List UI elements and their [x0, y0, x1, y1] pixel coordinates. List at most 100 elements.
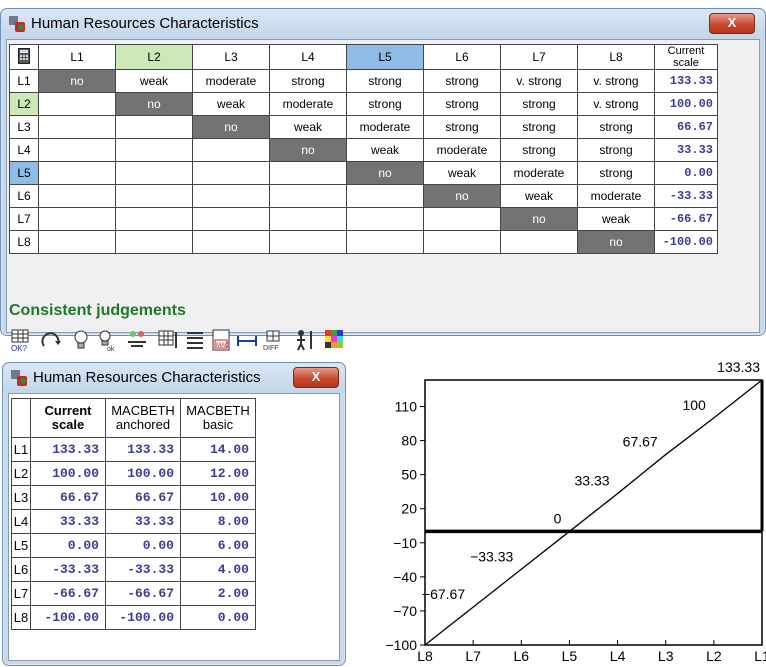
judgement-cell — [269, 184, 347, 208]
person-chart-icon[interactable] — [293, 328, 317, 352]
judgement-cell[interactable]: weak — [269, 115, 347, 139]
row-header-L2[interactable]: L2 — [11, 461, 31, 486]
col-header-L6[interactable]: L6 — [423, 44, 501, 70]
col-header-L2[interactable]: L2 — [115, 44, 193, 70]
row-header-L2[interactable]: L2 — [9, 92, 39, 116]
row-header-L1[interactable]: L1 — [11, 437, 31, 462]
col-header-macbeth-anchored[interactable]: MACBETH anchored — [105, 398, 181, 438]
judgement-cell[interactable]: strong — [423, 69, 501, 93]
judgement-cell — [346, 184, 424, 208]
judgement-cell[interactable]: strong — [500, 115, 578, 139]
col-header-L8[interactable]: L8 — [577, 44, 655, 70]
col-header-current-scale[interactable]: Current scale — [30, 398, 106, 438]
judgement-cell: no — [115, 92, 193, 116]
judgement-cell[interactable]: weak — [500, 184, 578, 208]
row-header-L8[interactable]: L8 — [9, 230, 39, 254]
table-row: L1 no weak moderate strong strong strong v. str… — [9, 69, 718, 93]
judgement-cell[interactable]: moderate — [346, 115, 424, 139]
judgement-cell[interactable]: v. strong — [577, 69, 655, 93]
row-header-L4[interactable]: L4 — [9, 138, 39, 162]
consistency-status: Consistent judgements — [9, 302, 186, 319]
list-icon[interactable] — [183, 328, 207, 352]
table-row: L8 no -100.00 — [9, 230, 718, 254]
macbeth-icon[interactable]: MAC — [209, 328, 233, 352]
color-grid-icon[interactable] — [323, 328, 347, 352]
diff-icon[interactable]: DIFF — [261, 328, 285, 352]
scales-window-titlebar[interactable]: Human Resources Characteristics X — [3, 363, 345, 393]
judgement-cell[interactable]: weak — [423, 161, 501, 185]
judgement-cell[interactable]: strong — [577, 161, 655, 185]
point-label: 67.67 — [623, 434, 658, 450]
judgement-cell[interactable]: strong — [269, 69, 347, 93]
calculator-icon[interactable] — [9, 44, 39, 70]
y-tick-label: 110 — [395, 398, 418, 414]
row-header-L1[interactable]: L1 — [9, 69, 39, 93]
judgement-cell[interactable]: strong — [346, 92, 424, 116]
judgement-cell[interactable]: moderate — [577, 184, 655, 208]
refresh-icon[interactable] — [39, 328, 63, 352]
judgement-cell[interactable]: v. strong — [577, 92, 655, 116]
bulb-icon[interactable] — [69, 328, 93, 352]
basic-value: 12.00 — [180, 461, 256, 486]
judgement-cell[interactable]: strong — [577, 115, 655, 139]
row-header-L7[interactable]: L7 — [9, 207, 39, 231]
anchored-value: 0.00 — [105, 533, 181, 558]
row-header-L3[interactable]: L3 — [9, 115, 39, 139]
row-header-L8[interactable]: L8 — [11, 605, 31, 630]
row-header-L3[interactable]: L3 — [11, 485, 31, 510]
judgements-window-titlebar[interactable]: Human Resources Characteristics X — [1, 9, 765, 39]
judgement-cell[interactable]: strong — [577, 138, 655, 162]
judgement-cell[interactable]: strong — [500, 138, 578, 162]
interval-icon[interactable] — [235, 328, 259, 352]
judgement-cell — [500, 230, 578, 254]
ok-check-icon[interactable]: OK? — [9, 328, 33, 353]
judgement-cell[interactable]: moderate — [269, 92, 347, 116]
bulb-ok-icon[interactable]: ok — [95, 328, 119, 353]
row-header-L6[interactable]: L6 — [11, 557, 31, 582]
judgements-client-area: L1 L2 L3 L4 L5 L6 L7 L8 Current scale L1… — [6, 39, 760, 353]
anchored-value: 33.33 — [105, 509, 181, 534]
judgement-cell[interactable]: weak — [577, 207, 655, 231]
row-header-L4[interactable]: L4 — [11, 509, 31, 534]
judgement-cell — [115, 161, 193, 185]
row-header-L6[interactable]: L6 — [9, 184, 39, 208]
judgement-cell — [423, 207, 501, 231]
judgement-cell[interactable]: v. strong — [500, 69, 578, 93]
y-tick-label: −70 — [393, 603, 417, 619]
col-header-L7[interactable]: L7 — [500, 44, 578, 70]
anchored-value: 66.67 — [105, 485, 181, 510]
table-row: L6 -33.33 -33.33 4.00 — [11, 557, 256, 582]
scales-table: Current scale MACBETH anchored MACBETH b… — [11, 398, 256, 630]
judgement-cell — [192, 184, 270, 208]
basic-value: 2.00 — [180, 581, 256, 606]
judgement-cell[interactable]: moderate — [500, 161, 578, 185]
people-compare-icon[interactable] — [125, 328, 149, 352]
table-export-icon[interactable] — [157, 328, 181, 352]
col-header-L1[interactable]: L1 — [38, 44, 116, 70]
col-header-L3[interactable]: L3 — [192, 44, 270, 70]
macbeth-app-icon — [11, 370, 27, 386]
judgement-cell[interactable]: weak — [115, 69, 193, 93]
current-value: 0.00 — [30, 533, 106, 558]
judgement-cell[interactable]: strong — [346, 69, 424, 93]
judgement-cell[interactable]: strong — [500, 92, 578, 116]
judgement-cell[interactable]: moderate — [192, 69, 270, 93]
current-scale-value: 0.00 — [654, 161, 718, 185]
col-header-L4[interactable]: L4 — [269, 44, 347, 70]
row-header-L5[interactable]: L5 — [11, 533, 31, 558]
close-button[interactable]: X — [293, 367, 339, 388]
close-button[interactable]: X — [709, 13, 755, 34]
macbeth-app-icon — [9, 16, 25, 32]
judgement-cell[interactable]: weak — [192, 92, 270, 116]
judgement-cell[interactable]: moderate — [423, 138, 501, 162]
judgement-cell — [115, 138, 193, 162]
col-header-macbeth-basic[interactable]: MACBETH basic — [180, 398, 256, 438]
anchored-value: -33.33 — [105, 557, 181, 582]
row-header-L5[interactable]: L5 — [9, 161, 39, 185]
judgement-cell[interactable]: strong — [423, 115, 501, 139]
judgement-cell[interactable]: weak — [346, 138, 424, 162]
current-scale-value: 66.67 — [654, 115, 718, 139]
col-header-L5[interactable]: L5 — [346, 44, 424, 70]
row-header-L7[interactable]: L7 — [11, 581, 31, 606]
judgement-cell[interactable]: strong — [423, 92, 501, 116]
